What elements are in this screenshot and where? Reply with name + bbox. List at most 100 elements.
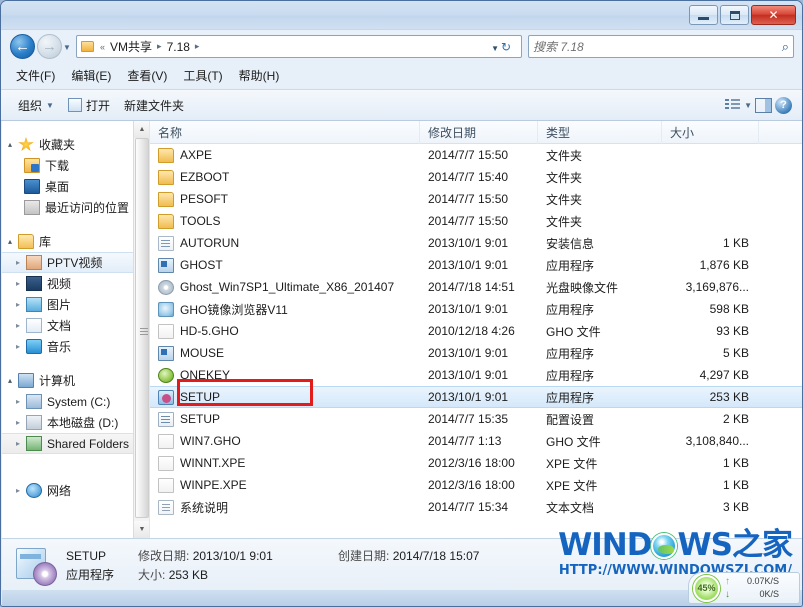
maximize-button[interactable] <box>720 5 749 25</box>
preview-pane-icon[interactable] <box>755 97 772 113</box>
table-row[interactable]: TOOLS 2014/7/7 15:50 文件夹 <box>150 210 802 232</box>
help-icon[interactable]: ? <box>775 96 792 114</box>
title-bar: ✕ <box>1 1 802 30</box>
back-button[interactable]: ← <box>10 34 35 59</box>
breadcrumb-overflow-icon[interactable]: « <box>97 42 108 52</box>
gho-file-icon <box>158 323 174 339</box>
file-name-cell: 系统说明 <box>150 499 420 516</box>
sidebar-item-network[interactable]: ▸ 网络 <box>2 480 149 501</box>
scroll-down-arrow-icon[interactable]: ▼ <box>134 521 149 538</box>
file-size-cell: 1,876 KB <box>699 258 749 272</box>
nav-group-favorites[interactable]: ▴ 收藏夹 <box>2 134 149 155</box>
table-row[interactable]: MOUSE 2013/10/1 9:01 应用程序 5 KB <box>150 342 802 364</box>
details-modified-value: 2013/10/1 9:01 <box>192 548 273 563</box>
network-speed-widget[interactable]: 45% ↑ 0.07K/S ↓ 0K/S <box>688 572 800 604</box>
sidebar-item-shared-folders[interactable]: ▸ Shared Folders <box>2 433 149 454</box>
address-bar[interactable]: « VM共享 ▸ 7.18 ▸ ▼ ↻ <box>76 35 522 58</box>
file-name: AUTORUN <box>180 236 240 250</box>
column-header-name[interactable]: 名称 <box>150 121 420 144</box>
table-row[interactable]: HD-5.GHO 2010/12/18 4:26 GHO 文件 93 KB <box>150 320 802 342</box>
table-row[interactable]: WINNT.XPE 2012/3/16 18:00 XPE 文件 1 KB <box>150 452 802 474</box>
column-header-type[interactable]: 类型 <box>538 121 662 144</box>
forward-button[interactable]: → <box>37 34 62 59</box>
table-row[interactable]: WINPE.XPE 2012/3/16 18:00 XPE 文件 1 KB <box>150 474 802 496</box>
view-chevron-down-icon[interactable]: ▼ <box>744 101 752 110</box>
nav-group-computer[interactable]: ▴ 计算机 <box>2 370 149 391</box>
sidebar-item-desktop[interactable]: 桌面 <box>2 176 149 197</box>
sidebar-item-music[interactable]: ▸ 音乐 <box>2 336 149 357</box>
navigation-pane-scrollbar[interactable]: ▲ ▼ <box>133 121 149 538</box>
open-button[interactable]: 打开 <box>61 94 117 117</box>
sidebar-item-documents[interactable]: ▸ 文档 <box>2 315 149 336</box>
details-pane: SETUP 修改日期: 2013/10/1 9:01 创建日期: 2014/7/… <box>2 538 802 592</box>
table-row[interactable]: PESOFT 2014/7/7 15:50 文件夹 <box>150 188 802 210</box>
sidebar-item-drive-d[interactable]: ▸ 本地磁盘 (D:) <box>2 412 149 433</box>
refresh-icon[interactable]: ↻ <box>501 40 517 55</box>
expander-icon[interactable]: ▴ <box>8 237 18 246</box>
expander-icon[interactable]: ▸ <box>16 397 26 406</box>
sidebar-item-downloads[interactable]: 下载 <box>2 155 149 176</box>
expander-icon[interactable]: ▸ <box>16 342 26 351</box>
sidebar-item-pptv[interactable]: ▸ PPTV视频 <box>2 252 149 273</box>
file-name-cell: PESOFT <box>150 191 420 207</box>
sidebar-item-videos[interactable]: ▸ 视频 <box>2 273 149 294</box>
menu-file[interactable]: 文件(F) <box>9 64 62 87</box>
breadcrumb-item-vmshare[interactable]: VM共享 <box>108 38 154 55</box>
history-dropdown-caret-icon[interactable]: ▼ <box>63 43 71 52</box>
breadcrumb-arrow-icon-1[interactable]: ▸ <box>154 41 165 52</box>
minimize-button[interactable] <box>689 5 718 25</box>
expander-icon[interactable]: ▸ <box>16 258 26 267</box>
address-dropdown-caret-icon[interactable]: ▼ <box>491 44 499 53</box>
table-row[interactable]: Ghost_Win7SP1_Ultimate_X86_201407 2014/7/… <box>150 276 802 298</box>
back-icon: ← <box>15 38 30 55</box>
scrollbar-thumb[interactable] <box>135 138 149 518</box>
expander-icon[interactable]: ▸ <box>16 321 26 330</box>
videos-icon <box>26 276 42 291</box>
column-header-size[interactable]: 大小 <box>662 121 759 144</box>
table-row[interactable]: GHOST 2013/10/1 9:01 应用程序 1,876 KB <box>150 254 802 276</box>
table-row[interactable]: GHO镜像浏览器V11 2013/10/1 9:01 应用程序 598 KB <box>150 298 802 320</box>
search-box[interactable]: 搜索 7.18 ⌕ <box>528 35 794 58</box>
close-button[interactable]: ✕ <box>751 5 796 25</box>
sidebar-item-pictures[interactable]: ▸ 图片 <box>2 294 149 315</box>
expander-icon[interactable]: ▸ <box>16 439 26 448</box>
scroll-up-arrow-icon[interactable]: ▲ <box>134 121 149 138</box>
file-type-cell: GHO 文件 <box>546 434 601 449</box>
column-header-row: 名称 修改日期 类型 大小 <box>150 121 802 144</box>
expander-icon[interactable]: ▸ <box>16 279 26 288</box>
menu-view[interactable]: 查看(V) <box>120 64 174 87</box>
sidebar-item-drive-c[interactable]: ▸ System (C:) <box>2 391 149 412</box>
menu-help[interactable]: 帮助(H) <box>232 64 287 87</box>
table-row[interactable]: SETUP 2013/10/1 9:01 应用程序 253 KB <box>150 386 802 408</box>
breadcrumb-arrow-icon-2[interactable]: ▸ <box>192 41 203 52</box>
sidebar-item-recent-places[interactable]: 最近访问的位置 <box>2 197 149 218</box>
application-icon <box>158 257 174 273</box>
breadcrumb-item-718[interactable]: 7.18 <box>165 40 192 54</box>
table-row[interactable]: WIN7.GHO 2014/7/7 1:13 GHO 文件 3,108,840... <box>150 430 802 452</box>
table-row[interactable]: ONEKEY 2013/10/1 9:01 应用程序 4,297 KB <box>150 364 802 386</box>
new-folder-button[interactable]: 新建文件夹 <box>117 94 191 117</box>
nav-group-libraries[interactable]: ▴ 库 <box>2 231 149 252</box>
table-row[interactable]: SETUP 2014/7/7 15:35 配置设置 2 KB <box>150 408 802 430</box>
change-view-icon[interactable] <box>725 98 741 112</box>
menu-edit[interactable]: 编辑(E) <box>64 64 118 87</box>
menu-tools[interactable]: 工具(T) <box>176 64 229 87</box>
search-input[interactable]: 搜索 7.18 <box>533 38 782 55</box>
xpe-file-icon <box>158 455 174 471</box>
table-row[interactable]: 系统说明 2014/7/7 15:34 文本文档 3 KB <box>150 496 802 518</box>
explorer-window: ✕ ← → ▼ « VM共享 ▸ 7.18 ▸ ▼ ↻ 搜索 7.18 ⌕ 文件… <box>0 0 803 607</box>
open-label: 打开 <box>85 98 110 113</box>
table-row[interactable]: AXPE 2014/7/7 15:50 文件夹 <box>150 144 802 166</box>
file-date-cell: 2014/7/18 14:51 <box>428 280 515 294</box>
table-row[interactable]: AUTORUN 2013/10/1 9:01 安装信息 1 KB <box>150 232 802 254</box>
file-name: GHO镜像浏览器V11 <box>180 302 288 317</box>
expander-icon[interactable]: ▸ <box>16 418 26 427</box>
table-row[interactable]: EZBOOT 2014/7/7 15:40 文件夹 <box>150 166 802 188</box>
expander-icon[interactable]: ▸ <box>16 300 26 309</box>
expander-icon[interactable]: ▴ <box>8 376 18 385</box>
column-header-date-modified[interactable]: 修改日期 <box>420 121 538 144</box>
organize-button[interactable]: 组织 ▼ <box>11 94 61 117</box>
expander-icon[interactable]: ▸ <box>16 486 26 495</box>
expander-icon[interactable]: ▴ <box>8 140 18 149</box>
search-icon[interactable]: ⌕ <box>782 39 789 55</box>
